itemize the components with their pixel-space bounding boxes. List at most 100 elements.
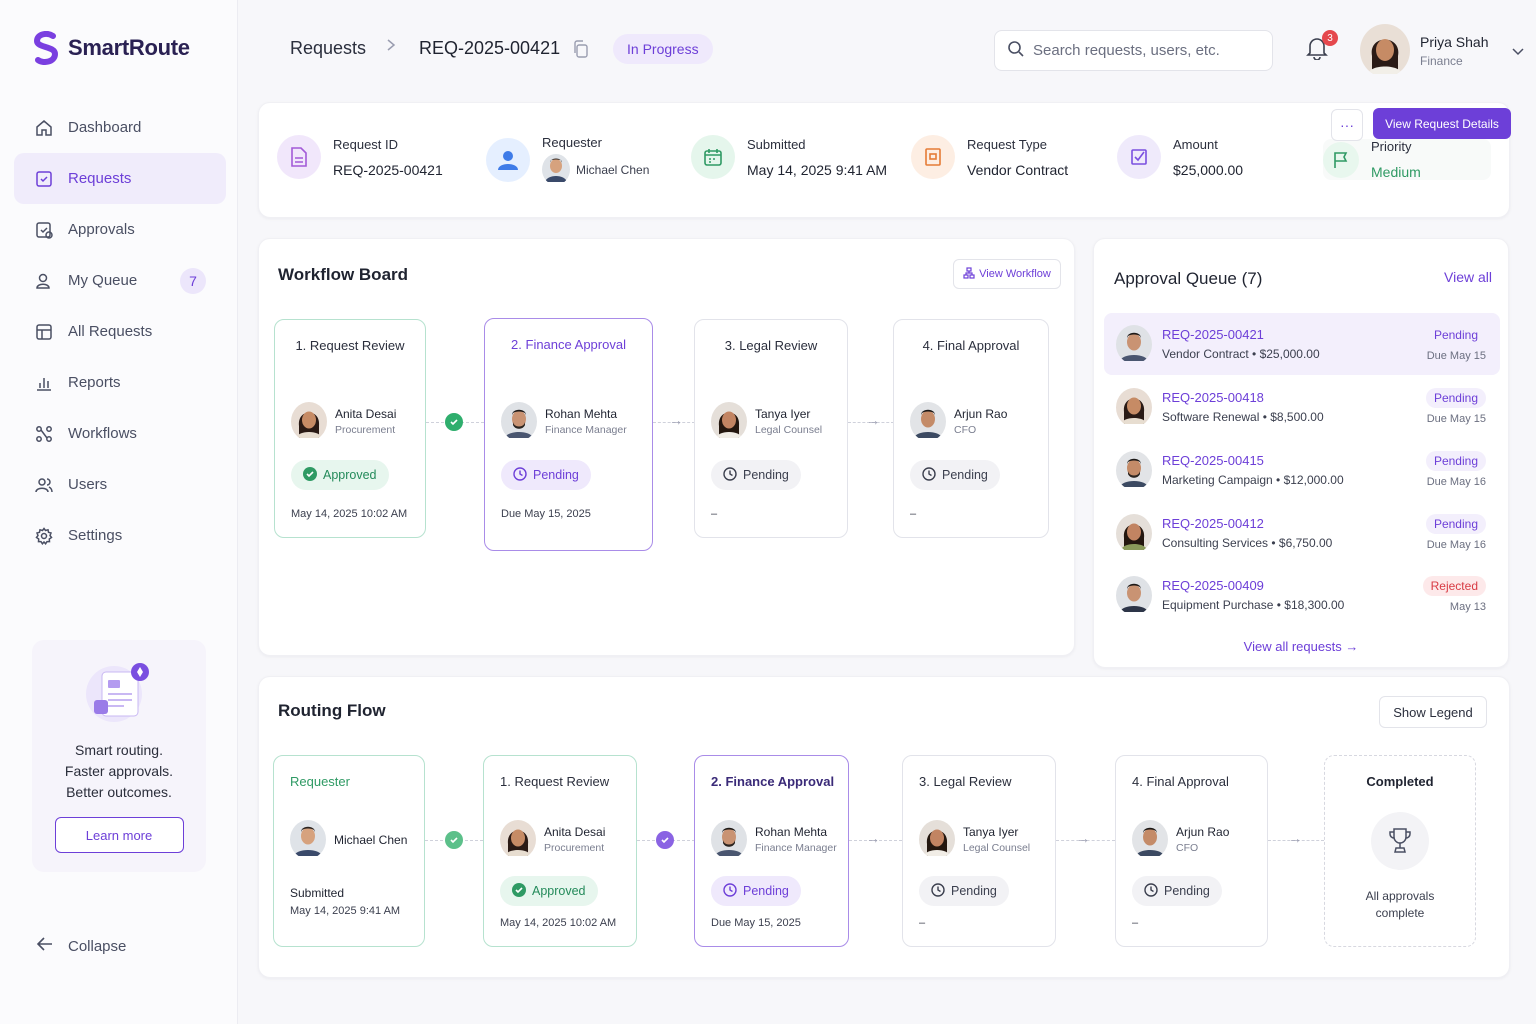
copy-icon[interactable] bbox=[573, 40, 589, 61]
summary-label: Request Type bbox=[967, 136, 1047, 152]
sidebar-item-approvals[interactable]: Approvals bbox=[14, 204, 226, 255]
breadcrumb-requests[interactable]: Requests bbox=[290, 38, 366, 59]
queue-row[interactable]: REQ-2025-00415 Marketing Campaign • $12,… bbox=[1104, 439, 1500, 501]
sidebar: SmartRoute Dashboard Requests Approvals … bbox=[0, 0, 238, 1024]
queue-request-id: REQ-2025-00412 bbox=[1162, 516, 1264, 531]
workflow-board-title: Workflow Board bbox=[278, 265, 409, 284]
sidebar-item-settings[interactable]: Settings bbox=[14, 510, 226, 561]
status-label: Pending bbox=[1164, 884, 1210, 898]
sidebar-nav: Dashboard Requests Approvals My Queue 7 … bbox=[14, 102, 226, 561]
promo-line: Better outcomes. bbox=[66, 784, 172, 800]
clock-icon bbox=[931, 882, 945, 900]
arrow-right-icon: → bbox=[1076, 830, 1090, 846]
search-input[interactable] bbox=[1033, 42, 1253, 59]
collapse-button[interactable]: Collapse bbox=[36, 936, 126, 956]
routing-step-legal-review[interactable]: 3. Legal Review Tanya Iyer Legal Counsel … bbox=[902, 755, 1056, 947]
check-icon bbox=[445, 413, 463, 431]
avatar bbox=[542, 154, 570, 185]
sidebar-item-dashboard[interactable]: Dashboard bbox=[14, 102, 226, 153]
sidebar-item-label: Workflows bbox=[68, 425, 137, 442]
summary-submitted: Submitted May 14, 2025 9:41 AM bbox=[691, 135, 887, 179]
workflow-icon bbox=[963, 266, 975, 282]
status-badge: In Progress bbox=[613, 34, 713, 64]
avatar bbox=[1116, 451, 1152, 490]
queue-request-desc: Vendor Contract • $25,000.00 bbox=[1162, 347, 1320, 361]
more-options-button[interactable]: ··· bbox=[1331, 109, 1363, 141]
users-icon bbox=[34, 475, 54, 495]
step-date: May 14, 2025 10:02 AM bbox=[500, 917, 617, 929]
user-icon bbox=[486, 138, 530, 182]
step-due-date: Due May 15, 2025 bbox=[711, 917, 801, 929]
show-legend-button[interactable]: Show Legend bbox=[1379, 696, 1487, 728]
arrow-right-icon: → bbox=[866, 830, 880, 846]
summary-label: Requester bbox=[542, 135, 602, 150]
sidebar-item-all-requests[interactable]: All Requests bbox=[14, 306, 226, 357]
step-status-badge: Pending bbox=[1132, 876, 1222, 906]
summary-label: Submitted bbox=[747, 136, 806, 152]
gear-icon bbox=[34, 526, 54, 546]
person-name: Michael Chen bbox=[334, 832, 408, 847]
view-all-link[interactable]: View all bbox=[1444, 269, 1492, 285]
stage-title: 1. Request Review bbox=[295, 338, 405, 353]
avatar bbox=[500, 820, 536, 859]
assignee-role: Finance Manager bbox=[545, 424, 627, 436]
search-bar[interactable] bbox=[994, 30, 1273, 71]
sidebar-item-workflows[interactable]: Workflows bbox=[14, 408, 226, 459]
chevron-right-icon bbox=[386, 38, 396, 57]
view-request-details-button[interactable]: View Request Details bbox=[1373, 108, 1511, 139]
person-name: Arjun Rao bbox=[1176, 825, 1230, 839]
routing-flow-card: Routing Flow Show Legend Requester Micha… bbox=[258, 676, 1510, 978]
app-logo[interactable]: SmartRoute bbox=[32, 30, 190, 66]
workflow-board-card: Workflow Board View Workflow 1. Request … bbox=[258, 238, 1075, 656]
queue-row[interactable]: REQ-2025-00409 Equipment Purchase • $18,… bbox=[1104, 564, 1500, 626]
topbar: Requests REQ-2025-00421 In Progress 3 Pr… bbox=[290, 24, 1536, 74]
routing-step-finance-approval[interactable]: 2. Finance Approval Rohan Mehta Finance M… bbox=[694, 755, 849, 947]
approval-queue-title: Approval Queue (7) bbox=[1114, 269, 1263, 288]
user-menu[interactable]: Priya Shah Finance bbox=[1360, 24, 1525, 77]
queue-count-badge: 7 bbox=[180, 267, 206, 294]
step-title: 4. Final Approval bbox=[1132, 774, 1229, 789]
learn-more-button[interactable]: Learn more bbox=[54, 817, 184, 853]
step-person: Tanya Iyer Legal Counsel bbox=[919, 820, 1030, 859]
sidebar-item-label: My Queue bbox=[68, 272, 138, 289]
status-label: Pending bbox=[743, 884, 789, 898]
flag-icon bbox=[1323, 141, 1359, 178]
workflow-stage-final-approval[interactable]: 4. Final Approval Arjun Rao CFO Pending – bbox=[893, 319, 1049, 538]
stage-due-date: Due May 15, 2025 bbox=[501, 508, 591, 520]
check-circle-icon bbox=[512, 882, 526, 900]
summary-label: Amount bbox=[1173, 136, 1218, 152]
person-role: Finance Manager bbox=[755, 842, 837, 854]
sidebar-item-my-queue[interactable]: My Queue 7 bbox=[14, 255, 226, 306]
stage-title: 3. Legal Review bbox=[724, 338, 818, 353]
sidebar-item-requests[interactable]: Requests bbox=[14, 153, 226, 204]
status-label: Approved bbox=[532, 884, 586, 898]
completed-text: All approvals complete bbox=[1325, 888, 1475, 922]
workflow-stage-legal-review[interactable]: 3. Legal Review Tanya Iyer Legal Counsel … bbox=[694, 319, 848, 538]
step-status-badge: Pending bbox=[711, 876, 801, 906]
workflow-stage-finance-approval[interactable]: 2. Finance Approval Rohan Mehta Finance M… bbox=[484, 318, 653, 551]
queue-request-desc: Software Renewal • $8,500.00 bbox=[1162, 410, 1324, 424]
sidebar-item-users[interactable]: Users bbox=[14, 459, 226, 510]
priority-value: Medium bbox=[1371, 164, 1421, 180]
status-badge: Pending bbox=[1425, 451, 1486, 471]
routing-step-request-review[interactable]: 1. Request Review Anita Desai Procurement… bbox=[483, 755, 637, 947]
avatar bbox=[1116, 388, 1152, 427]
view-workflow-button[interactable]: View Workflow bbox=[953, 259, 1061, 289]
sidebar-item-label: Requests bbox=[68, 170, 132, 187]
queue-row[interactable]: REQ-2025-00418 Software Renewal • $8,500… bbox=[1104, 376, 1500, 438]
view-all-requests-link[interactable]: View all requests → bbox=[1094, 639, 1508, 654]
avatar bbox=[290, 820, 326, 859]
routing-step-final-approval[interactable]: 4. Final Approval Arjun Rao CFO Pending – bbox=[1115, 755, 1268, 947]
promo-card: Smart routing. Faster approvals. Better … bbox=[32, 640, 206, 872]
arrow-left-icon bbox=[36, 936, 54, 956]
queue-row[interactable]: REQ-2025-00412 Consulting Services • $6,… bbox=[1104, 502, 1500, 564]
routing-step-requester[interactable]: Requester Michael Chen Submitted May 14,… bbox=[273, 755, 425, 947]
queue-row[interactable]: REQ-2025-00421 Vendor Contract • $25,000… bbox=[1104, 313, 1500, 375]
user-role: Finance bbox=[1420, 53, 1463, 68]
status-label: Pending bbox=[942, 468, 988, 482]
queue-icon bbox=[34, 271, 54, 291]
arrow-right-icon: → bbox=[866, 412, 880, 428]
workflow-stage-request-review[interactable]: 1. Request Review Anita Desai Procurement… bbox=[274, 319, 426, 538]
summary-requester: Requester Michael Chen bbox=[486, 135, 649, 185]
sidebar-item-reports[interactable]: Reports bbox=[14, 357, 226, 408]
